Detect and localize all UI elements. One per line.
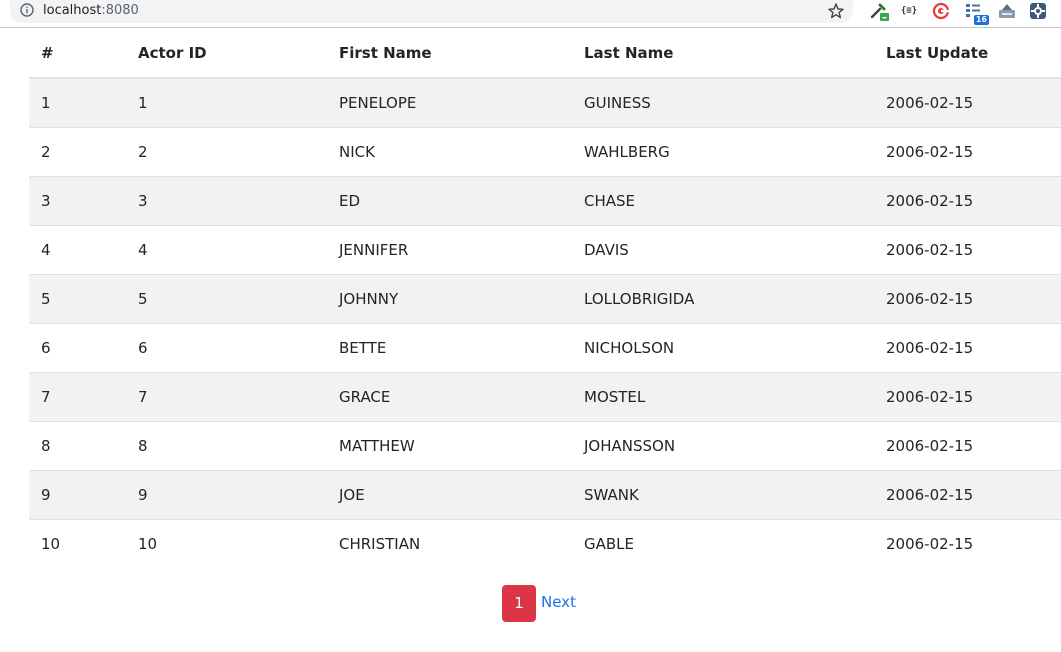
tab-count-badge: 16 <box>973 15 989 25</box>
cell-last-name: LOLLOBRIGIDA <box>572 273 874 323</box>
cell-last-name: GABLE <box>572 518 874 568</box>
table-row: 3 3 ED CHASE 2006-02-15 <box>29 175 1061 225</box>
header-first-name: First Name <box>327 29 572 79</box>
header-index: # <box>29 29 126 79</box>
cell-last-name: MOSTEL <box>572 371 874 421</box>
actors-table: # Actor ID First Name Last Name Last Upd… <box>29 29 1061 568</box>
table-row: 9 9 JOE SWANK 2006-02-15 <box>29 469 1061 519</box>
tab-counter-icon[interactable]: 16 <box>964 1 989 25</box>
cell-actor-id: 4 <box>126 224 327 274</box>
cell-index: 10 <box>29 518 126 568</box>
cell-last-name: NICHOLSON <box>572 322 874 372</box>
cell-last-name: JOHANSSON <box>572 420 874 470</box>
cell-first-name: JOHNNY <box>327 273 572 323</box>
table-row: 8 8 MATTHEW JOHANSSON 2006-02-15 <box>29 420 1061 470</box>
cell-last-update: 2006-02-15 <box>874 371 1061 421</box>
cell-first-name: PENELOPE <box>327 77 572 127</box>
browser-toolbar: localhost:8080 {≡} 16 <box>0 0 1061 28</box>
cell-last-name: GUINESS <box>572 77 874 127</box>
url-port: :8080 <box>101 3 139 18</box>
bookmark-star-icon[interactable] <box>827 2 845 20</box>
cell-first-name: JOE <box>327 469 572 519</box>
cell-actor-id: 2 <box>126 126 327 176</box>
cell-index: 4 <box>29 224 126 274</box>
cell-last-update: 2006-02-15 <box>874 273 1061 323</box>
table-row: 5 5 JOHNNY LOLLOBRIGIDA 2006-02-15 <box>29 273 1061 323</box>
url-host: localhost <box>43 3 102 18</box>
cell-index: 6 <box>29 322 126 372</box>
header-actor-id: Actor ID <box>126 29 327 79</box>
table-row: 1 1 PENELOPE GUINESS 2006-02-15 <box>29 77 1061 127</box>
cell-first-name: CHRISTIAN <box>327 518 572 568</box>
cell-first-name: BETTE <box>327 322 572 372</box>
cell-first-name: GRACE <box>327 371 572 421</box>
cell-first-name: ED <box>327 175 572 225</box>
table-row: 2 2 NICK WAHLBERG 2006-02-15 <box>29 126 1061 176</box>
cell-actor-id: 9 <box>126 469 327 519</box>
table-row: 10 10 CHRISTIAN GABLE 2006-02-15 <box>29 518 1061 568</box>
page-1-button[interactable]: 1 <box>502 585 536 622</box>
eyedropper-icon[interactable] <box>869 1 889 21</box>
header-last-update: Last Update <box>874 29 1061 79</box>
cell-last-name: WAHLBERG <box>572 126 874 176</box>
cell-last-update: 2006-02-15 <box>874 126 1061 176</box>
cell-index: 7 <box>29 371 126 421</box>
table-row: 7 7 GRACE MOSTEL 2006-02-15 <box>29 371 1061 421</box>
cell-actor-id: 5 <box>126 273 327 323</box>
cell-last-update: 2006-02-15 <box>874 322 1061 372</box>
cell-actor-id: 7 <box>126 371 327 421</box>
cell-last-update: 2006-02-15 <box>874 77 1061 127</box>
cell-index: 8 <box>29 420 126 470</box>
info-icon[interactable] <box>20 3 34 17</box>
header-last-name: Last Name <box>572 29 874 79</box>
cell-last-name: DAVIS <box>572 224 874 274</box>
cell-actor-id: 8 <box>126 420 327 470</box>
cell-last-name: SWANK <box>572 469 874 519</box>
target-icon[interactable] <box>931 1 951 21</box>
inbox-icon[interactable] <box>997 1 1017 21</box>
cell-actor-id: 6 <box>126 322 327 372</box>
table-header-row: # Actor ID First Name Last Name Last Upd… <box>29 29 1061 79</box>
cell-last-name: CHASE <box>572 175 874 225</box>
cell-actor-id: 10 <box>126 518 327 568</box>
cell-last-update: 2006-02-15 <box>874 518 1061 568</box>
cell-last-update: 2006-02-15 <box>874 224 1061 274</box>
cell-actor-id: 1 <box>126 77 327 127</box>
cell-index: 2 <box>29 126 126 176</box>
cell-last-update: 2006-02-15 <box>874 469 1061 519</box>
cell-last-update: 2006-02-15 <box>874 420 1061 470</box>
table-row: 4 4 JENNIFER DAVIS 2006-02-15 <box>29 224 1061 274</box>
puzzle-icon[interactable] <box>1028 1 1048 21</box>
pagination: 1 Next <box>502 585 576 622</box>
table-row: 6 6 BETTE NICHOLSON 2006-02-15 <box>29 322 1061 372</box>
cell-first-name: JENNIFER <box>327 224 572 274</box>
cell-index: 3 <box>29 175 126 225</box>
json-viewer-icon[interactable]: {≡} <box>899 1 919 21</box>
address-bar[interactable]: localhost:8080 <box>10 0 853 23</box>
cell-actor-id: 3 <box>126 175 327 225</box>
cell-index: 5 <box>29 273 126 323</box>
cell-first-name: MATTHEW <box>327 420 572 470</box>
cell-index: 1 <box>29 77 126 127</box>
actors-table-container: # Actor ID First Name Last Name Last Upd… <box>29 29 1061 568</box>
url-text[interactable]: localhost:8080 <box>43 3 139 19</box>
cell-last-update: 2006-02-15 <box>874 175 1061 225</box>
next-page-link[interactable]: Next <box>541 593 576 611</box>
cell-index: 9 <box>29 469 126 519</box>
cell-first-name: NICK <box>327 126 572 176</box>
